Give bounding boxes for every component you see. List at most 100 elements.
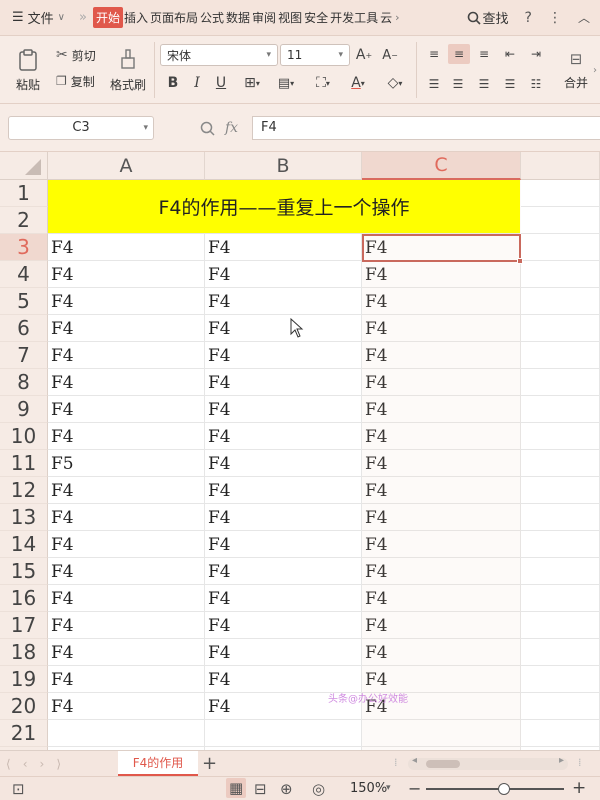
cell-a8[interactable]: F4 [48, 369, 205, 396]
cell-c10[interactable]: F4 [362, 423, 521, 450]
column-header-b[interactable]: B [205, 152, 362, 180]
cell-c9[interactable]: F4 [362, 396, 521, 423]
tab-insert[interactable]: 插入 [123, 9, 149, 26]
find-button[interactable]: 查找 [467, 8, 509, 27]
cell-b5[interactable]: F4 [205, 288, 362, 315]
cell-d13[interactable] [521, 504, 600, 531]
cell-a3[interactable]: F4 [48, 234, 205, 261]
zoom-slider[interactable] [426, 788, 564, 790]
double-chevron-icon[interactable]: » [73, 10, 93, 25]
macro-icon[interactable]: ⊡ [12, 780, 25, 798]
spreadsheet-grid[interactable]: A B C 1 2 3 F4 F4 F4 4 F4 F4 F4 5 F4 F4 F4 6 F4 F4 F4 7 F4 F… [0, 152, 600, 750]
page-break-view-icon[interactable]: ⊕ [280, 780, 293, 798]
cell-b14[interactable]: F4 [205, 531, 362, 558]
cell-c5[interactable]: F4 [362, 288, 521, 315]
zoom-out-button[interactable]: − [408, 779, 421, 798]
cell-b11[interactable]: F4 [205, 450, 362, 477]
cell-b4[interactable]: F4 [205, 261, 362, 288]
row-header-13[interactable]: 13 [0, 504, 48, 531]
row-header-20[interactable]: 20 [0, 693, 48, 720]
row-header-3[interactable]: 3 [0, 234, 48, 261]
cell-d1[interactable] [521, 180, 600, 207]
last-sheet-icon[interactable]: ⟩ [50, 757, 67, 771]
tab-home[interactable]: 开始 [92, 7, 123, 28]
cell-a10[interactable]: F4 [48, 423, 205, 450]
cell-b21[interactable] [205, 720, 362, 747]
tab-view[interactable]: 视图 [277, 9, 303, 26]
cell-c19[interactable]: F4 [362, 666, 521, 693]
cell-a6[interactable]: F4 [48, 315, 205, 342]
cell-b7[interactable]: F4 [205, 342, 362, 369]
cell-a21[interactable] [48, 720, 205, 747]
cell-a16[interactable]: F4 [48, 585, 205, 612]
prev-sheet-icon[interactable]: ‹ [17, 757, 34, 771]
cell-d17[interactable] [521, 612, 600, 639]
horizontal-scrollbar[interactable]: ◂ ▸ [408, 755, 568, 770]
add-sheet-button[interactable]: + [202, 753, 217, 774]
cell-a5[interactable]: F4 [48, 288, 205, 315]
cell-c16[interactable]: F4 [362, 585, 521, 612]
bold-button[interactable]: B [164, 72, 182, 94]
increase-indent-button[interactable]: ⇥ [526, 44, 546, 64]
cell-c17[interactable]: F4 [362, 612, 521, 639]
scroll-left-icon[interactable]: ◂ [412, 755, 417, 766]
cell-d10[interactable] [521, 423, 600, 450]
cell-b15[interactable]: F4 [205, 558, 362, 585]
more-options-icon[interactable]: ⋮ [548, 10, 562, 26]
distributed-button[interactable]: ☷ [526, 74, 546, 94]
cell-c18[interactable]: F4 [362, 639, 521, 666]
cell-d19[interactable] [521, 666, 600, 693]
cell-d12[interactable] [521, 477, 600, 504]
cell-a17[interactable]: F4 [48, 612, 205, 639]
font-size-select[interactable]: 11 ▾ [280, 44, 350, 66]
cell-b9[interactable]: F4 [205, 396, 362, 423]
cell-a15[interactable]: F4 [48, 558, 205, 585]
tab-page-layout[interactable]: 页面布局 [149, 9, 199, 26]
page-layout-view-icon[interactable]: ⊟ [254, 780, 267, 798]
collapse-ribbon-icon[interactable]: ︿ [578, 9, 590, 26]
row-header-10[interactable]: 10 [0, 423, 48, 450]
row-header-18[interactable]: 18 [0, 639, 48, 666]
row-header-17[interactable]: 17 [0, 612, 48, 639]
column-header-c[interactable]: C [362, 152, 521, 180]
formula-input[interactable]: F4 [252, 116, 600, 140]
cell-c12[interactable]: F4 [362, 477, 521, 504]
cell-d9[interactable] [521, 396, 600, 423]
row-header-11[interactable]: 11 [0, 450, 48, 477]
cell-d3[interactable] [521, 234, 600, 261]
zoom-slider-knob[interactable] [498, 783, 510, 795]
cell-d20[interactable] [521, 693, 600, 720]
cell-b10[interactable]: F4 [205, 423, 362, 450]
normal-view-icon[interactable]: ▦ [226, 778, 247, 798]
cell-a14[interactable]: F4 [48, 531, 205, 558]
row-header-16[interactable]: 16 [0, 585, 48, 612]
borders-button[interactable]: ⊞ ▾ [238, 72, 266, 94]
cell-b13[interactable]: F4 [205, 504, 362, 531]
name-box[interactable]: C3 ▾ [8, 116, 154, 140]
paste-button[interactable]: 粘贴 [8, 42, 48, 98]
row-header-8[interactable]: 8 [0, 369, 48, 396]
cell-c21[interactable] [362, 720, 521, 747]
row-header-15[interactable]: 15 [0, 558, 48, 585]
chevron-down-icon[interactable]: ▾ [386, 783, 391, 793]
scroll-thumb[interactable] [426, 760, 460, 768]
column-header-a[interactable]: A [48, 152, 205, 180]
title-cell[interactable]: F4的作用——重复上一个操作 [48, 180, 520, 234]
cell-a7[interactable]: F4 [48, 342, 205, 369]
cell-d14[interactable] [521, 531, 600, 558]
ribbon-scroll-right-icon[interactable]: › [590, 62, 600, 78]
row-header-7[interactable]: 7 [0, 342, 48, 369]
cell-d7[interactable] [521, 342, 600, 369]
merge-button[interactable]: ⊟ 合并 [560, 42, 592, 98]
align-left-button[interactable]: ☰ [424, 74, 444, 94]
next-sheet-icon[interactable]: › [34, 757, 51, 771]
row-header-21[interactable]: 21 [0, 720, 48, 747]
cell-d5[interactable] [521, 288, 600, 315]
copy-button[interactable]: ❐ 复制 [56, 70, 95, 92]
zoom-search-icon[interactable] [200, 121, 215, 136]
tab-review[interactable]: 审阅 [251, 9, 277, 26]
scroll-right-icon[interactable]: ▸ [559, 755, 564, 766]
row-header-12[interactable]: 12 [0, 477, 48, 504]
cell-a9[interactable]: F4 [48, 396, 205, 423]
cell-d18[interactable] [521, 639, 600, 666]
